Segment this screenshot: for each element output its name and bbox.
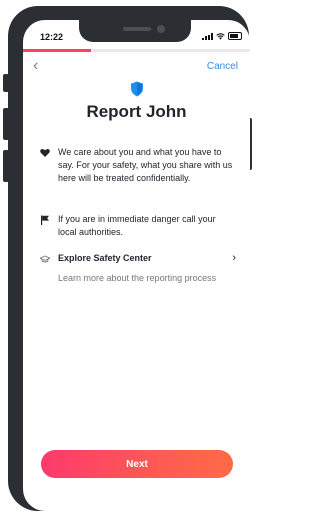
front-camera [157,25,165,33]
confidential-info-text: We care about you and what you have to s… [58,147,233,183]
progress-fill [23,49,92,52]
page-title: Report John [86,102,187,121]
next-button[interactable]: Next [41,450,233,478]
notch [79,20,191,42]
wifi-icon [216,32,225,40]
chevron-right-icon: › [232,252,236,264]
danger-info-text: If you are in immediate danger call your… [58,214,216,237]
status-time: 12:22 [40,32,64,42]
hat-icon [40,255,50,263]
heart-icon [40,148,50,157]
safety-center-title: Explore Safety Center [58,253,152,263]
cancel-button[interactable]: Cancel [207,61,238,72]
app-screen: 12:22 ‹ Cancel Report John We care about… [23,20,250,511]
phone-frame: 12:22 ‹ Cancel Report John We care about… [8,6,250,511]
shield-icon [131,81,143,97]
status-icons [202,32,242,40]
safety-center-subtitle: Learn more about the reporting process [58,273,217,283]
back-button[interactable]: ‹ [33,58,38,74]
speaker [123,27,151,31]
battery-icon [228,32,242,40]
signal-icon [202,32,213,40]
flag-icon [41,215,49,225]
progress-bar [23,49,250,52]
